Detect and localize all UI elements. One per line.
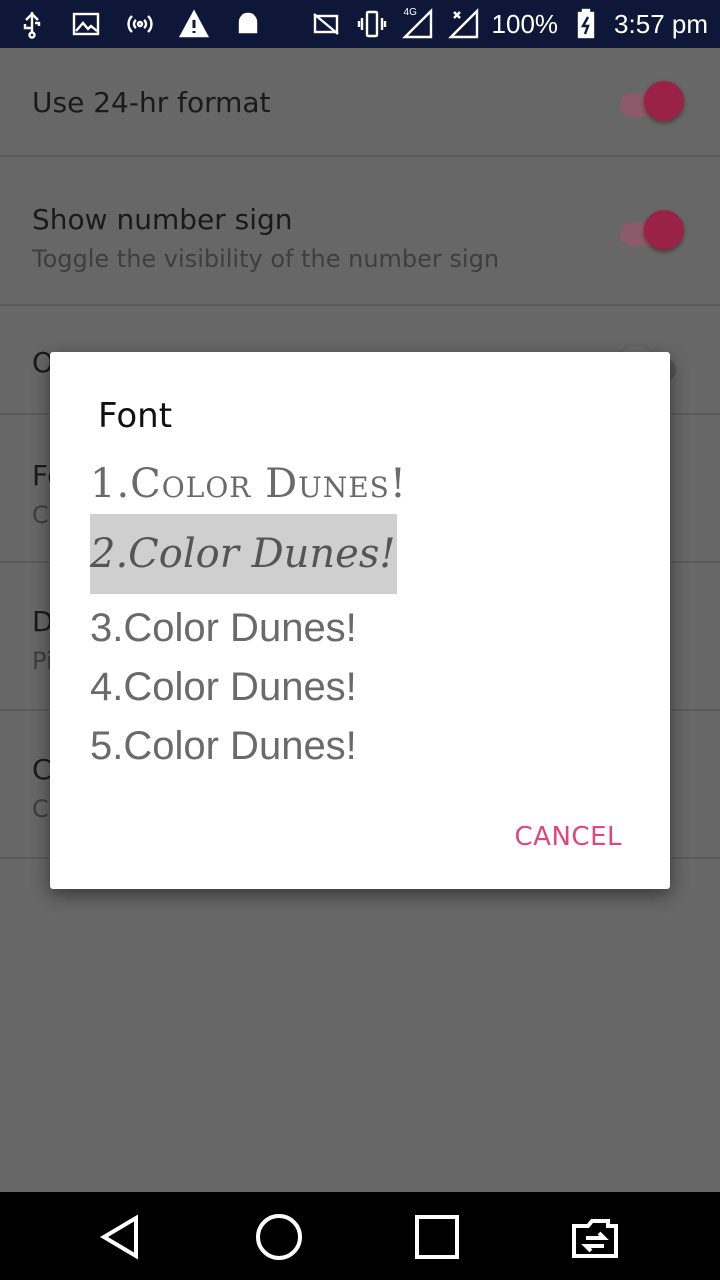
toggle-show-number-sign[interactable]: [618, 210, 684, 250]
battery-percent: 100%: [491, 8, 559, 39]
setting-subtitle: Toggle the visibility of the number sign: [32, 245, 500, 273]
setting-title: Use 24-hr format: [32, 86, 271, 119]
font-dialog: Font 1.Color Dunes! 2.Color Dunes! 3.Col…: [50, 352, 670, 889]
font-option-1[interactable]: 1.Color Dunes!: [90, 464, 407, 504]
signal-4g-icon: 4G: [400, 6, 436, 42]
font-option-3[interactable]: 3.Color Dunes!: [90, 608, 357, 648]
dialog-title: Font: [98, 396, 173, 436]
image-icon: [68, 6, 104, 42]
font-option-5[interactable]: 5.Color Dunes!: [90, 726, 357, 766]
navigation-bar: [0, 1192, 720, 1280]
usb-icon: [14, 6, 50, 42]
setting-24hr-format[interactable]: Use 24-hr format: [0, 48, 720, 157]
battery-charging-icon: [568, 6, 604, 42]
font-option-4[interactable]: 4.Color Dunes!: [90, 667, 357, 707]
setting-subtitle: C: [32, 795, 49, 823]
recents-icon[interactable]: [412, 1212, 462, 1262]
network-type-label: 4G: [403, 7, 417, 18]
android-icon: [230, 6, 266, 42]
toggle-24hr-format[interactable]: [618, 81, 684, 121]
status-bar: 4G 100% 3:57 pm: [0, 0, 720, 48]
cancel-button[interactable]: CANCEL: [515, 822, 622, 852]
back-icon[interactable]: [96, 1212, 146, 1262]
toggle-knob: [644, 81, 684, 121]
signal-2-icon: [446, 6, 482, 42]
no-sim-icon: [308, 6, 344, 42]
status-bar-right-icons: 4G 100% 3:57 pm: [308, 6, 708, 42]
setting-title: C: [32, 753, 52, 786]
setting-title: Show number sign: [32, 203, 293, 236]
status-time: 3:57 pm: [614, 8, 708, 39]
toggle-knob: [644, 210, 684, 250]
setting-show-number-sign[interactable]: Show number sign Toggle the visibility o…: [0, 157, 720, 306]
status-bar-left-icons: [14, 6, 266, 42]
home-icon[interactable]: [254, 1212, 304, 1262]
switch-app-icon[interactable]: [570, 1212, 620, 1262]
setting-subtitle: C: [32, 501, 49, 529]
font-option-2-selected[interactable]: 2.Color Dunes!: [90, 514, 398, 594]
vibrate-icon: [354, 6, 390, 42]
warning-icon: [176, 6, 212, 42]
hotspot-icon: [122, 6, 158, 42]
